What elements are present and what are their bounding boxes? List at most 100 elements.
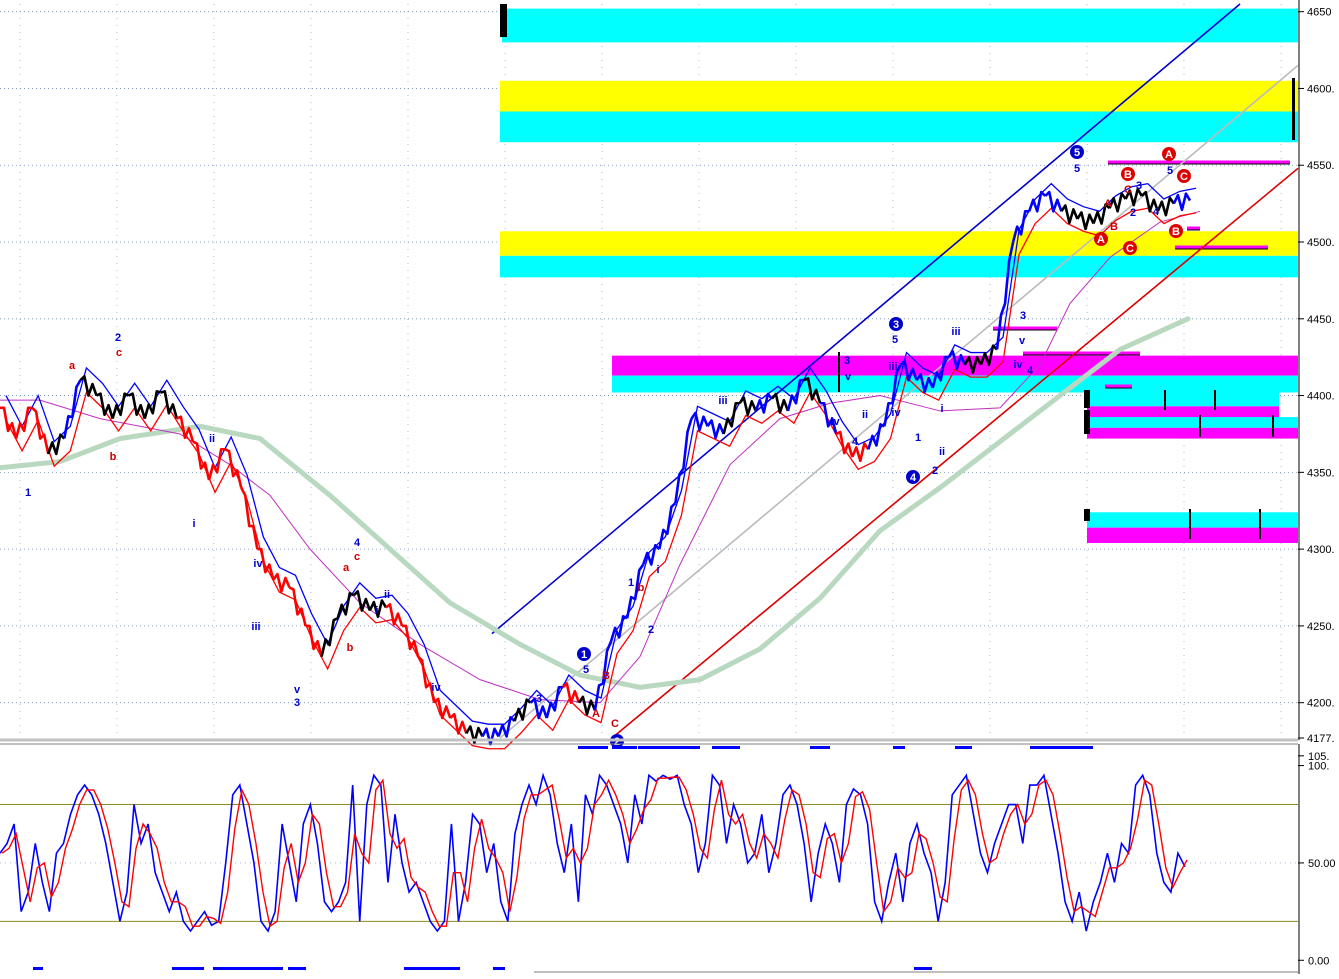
wave-label: 3: [1136, 180, 1142, 192]
wave-label: 5: [583, 664, 589, 676]
wave-label: iii: [718, 395, 727, 407]
cycle-marker: [712, 746, 740, 749]
wave-label: 3: [536, 693, 542, 705]
target-zone: [1087, 527, 1298, 543]
wave-label: 2: [1130, 207, 1136, 219]
target-zone: [1087, 512, 1298, 528]
wave-label: c: [116, 347, 122, 359]
price-tick-label: 4350.: [1307, 467, 1335, 479]
cycle-marker: [1030, 746, 1093, 749]
wave-label: iv: [431, 682, 441, 694]
zone-marker: [1292, 78, 1295, 140]
cycle-marker: [955, 746, 972, 749]
wave-label: b: [347, 642, 354, 654]
oscillator-tick-label: 0.00: [1308, 955, 1329, 967]
wave-label: B: [602, 670, 610, 682]
circled-wave-label: 5: [1074, 147, 1080, 159]
circled-wave-label: C: [1180, 171, 1188, 183]
wave-label: 4: [852, 436, 859, 448]
wave-label: a: [69, 360, 76, 372]
wave-label: C: [1124, 184, 1132, 196]
wave-label: B: [1110, 221, 1118, 233]
wave-label: i: [192, 518, 195, 530]
price-tick-label: 4177.: [1307, 733, 1335, 745]
wave-label: a: [343, 562, 350, 574]
oscillator-cycle-marker: [493, 967, 505, 970]
zone-marker: [1084, 410, 1090, 434]
target-zone: [1087, 406, 1279, 419]
wave-label: v: [845, 371, 852, 383]
wave-label: iii: [251, 621, 260, 633]
oscillator-cycle-marker: [33, 967, 43, 970]
target-zone: [1087, 390, 1279, 407]
oscillator-cycle-marker: [404, 967, 460, 970]
wave-label: 2: [648, 624, 654, 636]
price-tick-label: 4200.: [1307, 698, 1335, 710]
cycle-marker: [638, 746, 700, 749]
wave-label: 5: [892, 334, 898, 346]
wave-label: A: [592, 708, 600, 720]
cycle-marker: [612, 746, 637, 749]
oscillator-cycle-marker: [213, 967, 283, 970]
wave-label: C: [611, 718, 619, 730]
cycle-marker: [578, 746, 608, 749]
wave-label: 2: [115, 332, 121, 344]
wave-label: 4: [1153, 206, 1160, 218]
price-tick-label: 4400.: [1307, 391, 1335, 403]
chart-canvas: 4650 4600. 4550. 4500. 4450. 4400. 4350. 4300. 4…: [0, 0, 1339, 974]
circled-wave-label: A: [1165, 149, 1173, 161]
wave-label: 4: [1027, 365, 1034, 377]
wave-label: A: [1104, 198, 1112, 210]
circled-wave-label: 1: [581, 649, 587, 661]
target-zone: [1087, 417, 1298, 428]
circled-wave-label: A: [1097, 234, 1105, 246]
wave-label: b: [110, 451, 117, 463]
circled-wave-label: B: [1172, 226, 1180, 238]
wave-label: iv: [830, 416, 840, 428]
oscillator-cycle-marker: [914, 967, 932, 970]
zone-marker: [1084, 390, 1090, 408]
cycle-marker: [810, 746, 830, 749]
wave-label: i: [940, 403, 943, 415]
wave-label: iv: [891, 407, 901, 419]
price-tick-label: 4550.: [1307, 160, 1335, 172]
wave-label: iv: [1013, 359, 1023, 371]
elliott-wave-chart: 4650 4600. 4550. 4500. 4450. 4400. 4350. 4300. 4…: [0, 0, 1339, 974]
wave-label: b: [638, 582, 645, 594]
oscillator-cycle-marker: [172, 967, 204, 970]
circled-wave-label: 4: [910, 472, 917, 484]
zone-marker: [500, 4, 507, 37]
wave-label: 4: [354, 537, 361, 549]
wave-label: 3: [1020, 310, 1026, 322]
wave-label: ii: [939, 446, 945, 458]
wave-label: v: [1019, 335, 1026, 347]
price-tick-label: 4250.: [1307, 621, 1335, 633]
wave-label: 1: [915, 432, 921, 444]
wave-label: 1: [628, 577, 634, 589]
wave-label: 1: [25, 487, 31, 499]
wave-label: ii: [862, 409, 868, 421]
oscillator-tick-label: 100.: [1308, 761, 1329, 773]
wave-label: iii: [951, 326, 960, 338]
price-tick-label: 4450.: [1307, 314, 1335, 326]
circled-wave-label: C: [1126, 243, 1134, 255]
wave-label: iii: [888, 361, 897, 373]
target-zone: [500, 255, 1298, 278]
wave-label: 3: [294, 697, 300, 709]
target-zone: [500, 111, 1298, 143]
wave-label: 3: [844, 355, 850, 367]
wave-label: i: [375, 605, 378, 617]
target-zone: [1087, 427, 1298, 439]
zone-marker: [1084, 509, 1090, 521]
target-zone: [500, 80, 1298, 112]
oscillator-tick-label: 50.00: [1308, 858, 1336, 870]
price-tick-label: 4300.: [1307, 544, 1335, 556]
wave-label: i: [656, 564, 659, 576]
price-tick-label: 4500.: [1307, 237, 1335, 249]
wave-label: 5: [1167, 165, 1173, 177]
oscillator-cycle-marker: [288, 967, 306, 970]
wave-label: v: [294, 684, 301, 696]
circled-wave-label: 3: [893, 319, 899, 331]
wave-label: ii: [209, 433, 215, 445]
wave-label: iv: [253, 558, 263, 570]
